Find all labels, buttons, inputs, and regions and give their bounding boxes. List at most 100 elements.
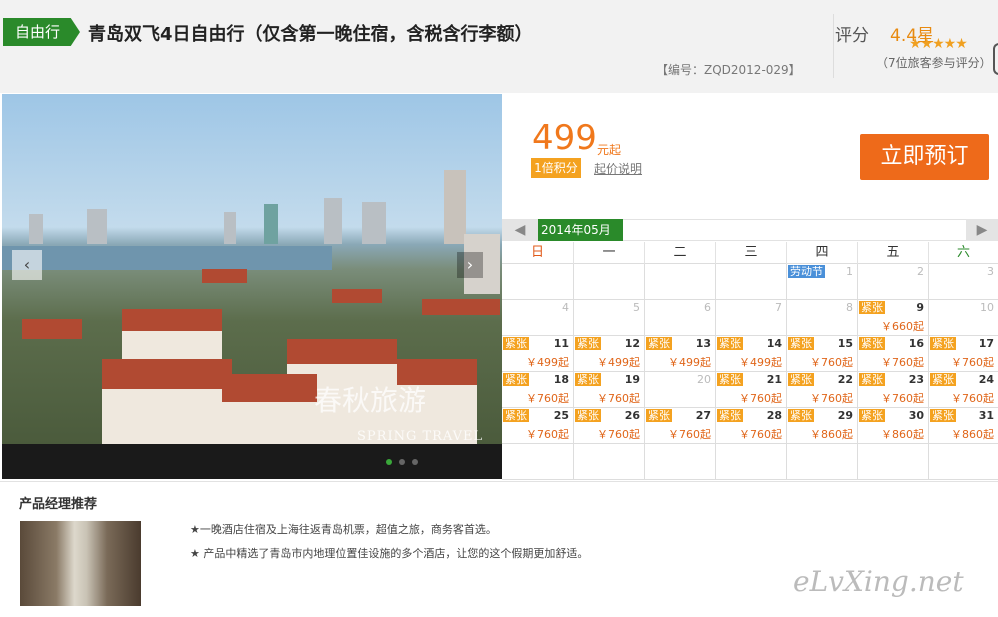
- recommend-title: 产品经理推荐: [19, 497, 98, 512]
- day-price[interactable]: ￥760起: [739, 426, 782, 442]
- day-price[interactable]: ￥760起: [881, 354, 924, 370]
- calendar-day-cell[interactable]: 17 紧张 ￥760起: [928, 336, 998, 372]
- photo-dot-2[interactable]: [399, 459, 405, 465]
- holiday-badge: 劳动节: [788, 265, 825, 278]
- header-divider: [833, 14, 834, 78]
- day-price[interactable]: ￥760起: [597, 426, 640, 442]
- weekday-label: 四: [786, 242, 857, 264]
- calendar-day-cell: 2: [857, 264, 928, 300]
- calendar-day-cell: [644, 264, 715, 300]
- calendar-day-cell: [644, 444, 715, 480]
- day-price[interactable]: ￥760起: [951, 354, 994, 370]
- rating-label: 评分: [835, 26, 869, 46]
- day-price[interactable]: ￥760起: [951, 390, 994, 406]
- book-now-button[interactable]: 立即预订: [860, 134, 989, 180]
- day-number: 18: [553, 373, 569, 386]
- day-price[interactable]: ￥760起: [597, 390, 640, 406]
- price-note-link[interactable]: 起价说明: [594, 160, 642, 177]
- day-number: 16: [908, 337, 924, 350]
- photo-watermark: 春秋旅游: [314, 384, 427, 417]
- calendar-day-cell[interactable]: 27 紧张 ￥760起: [644, 408, 715, 444]
- day-number: 17: [978, 337, 994, 350]
- product-header: 自由行 青岛双飞4日自由行（仅含第一晚住宿，含税含行李额） 【编号：ZQD201…: [0, 0, 998, 93]
- day-number: 11: [553, 337, 569, 350]
- day-price[interactable]: ￥760起: [526, 390, 569, 406]
- calendar-day-cell: 20: [644, 372, 715, 408]
- calendar-day-cell: 8: [786, 300, 857, 336]
- availability-badge: 紧张: [788, 337, 814, 350]
- calendar-day-cell[interactable]: 9 紧张 ￥660起: [857, 300, 928, 336]
- calendar-day-cell[interactable]: 28 紧张 ￥760起: [715, 408, 786, 444]
- calendar-day-cell[interactable]: 24 紧张 ￥760起: [928, 372, 998, 408]
- availability-badge: 紧张: [503, 337, 529, 350]
- calendar-day-cell[interactable]: 13 紧张 ￥499起: [644, 336, 715, 372]
- calendar-day-cell[interactable]: 16 紧张 ￥760起: [857, 336, 928, 372]
- calendar-day-cell: 4: [502, 300, 573, 336]
- calendar-day-cell[interactable]: 23 紧张 ￥760起: [857, 372, 928, 408]
- photo-prev-button[interactable]: ‹: [12, 250, 42, 280]
- day-price[interactable]: ￥660起: [881, 318, 924, 334]
- day-price[interactable]: ￥760起: [668, 426, 711, 442]
- availability-badge: 紧张: [717, 337, 743, 350]
- calendar-day-cell: 3: [928, 264, 998, 300]
- day-number: 8: [846, 301, 853, 314]
- day-price[interactable]: ￥760起: [739, 390, 782, 406]
- weekday-label: 日: [530, 245, 544, 260]
- day-price[interactable]: ￥499起: [526, 354, 569, 370]
- calendar-day-cell: [502, 444, 573, 480]
- calendar-prev-icon[interactable]: ◀: [502, 219, 538, 241]
- share-button-edge[interactable]: [993, 43, 998, 75]
- product-title: 青岛双飞4日自由行（仅含第一晚住宿，含税含行李额）: [88, 24, 533, 45]
- calendar-day-cell[interactable]: 15 紧张 ￥760起: [786, 336, 857, 372]
- manager-photo: [20, 521, 141, 606]
- calendar-day-cell[interactable]: 18 紧张 ￥760起: [502, 372, 573, 408]
- day-price[interactable]: ￥760起: [881, 390, 924, 406]
- calendar-day-cell: 1 劳动节: [786, 264, 857, 300]
- day-price[interactable]: ￥760起: [810, 354, 853, 370]
- day-number: 20: [697, 373, 711, 386]
- day-price[interactable]: ￥860起: [881, 426, 924, 442]
- calendar-day-cell[interactable]: 12 紧张 ￥499起: [573, 336, 644, 372]
- calendar-day-cell[interactable]: 21 紧张 ￥760起: [715, 372, 786, 408]
- day-price[interactable]: ￥760起: [810, 390, 853, 406]
- day-price[interactable]: ￥499起: [739, 354, 782, 370]
- calendar-day-cell[interactable]: 11 紧张 ￥499起: [502, 336, 573, 372]
- day-number: 27: [695, 409, 711, 422]
- calendar-day-cell[interactable]: 14 紧张 ￥499起: [715, 336, 786, 372]
- photo-dot-1[interactable]: [386, 459, 392, 465]
- day-number: 6: [704, 301, 711, 314]
- day-price[interactable]: ￥499起: [668, 354, 711, 370]
- calendar-day-cell: 10: [928, 300, 998, 336]
- calendar-day-cell: [573, 444, 644, 480]
- photo-next-button[interactable]: ›: [457, 252, 483, 278]
- day-number: 2: [917, 265, 924, 278]
- day-price[interactable]: ￥499起: [597, 354, 640, 370]
- availability-badge: 紧张: [859, 337, 885, 350]
- calendar-day-cell[interactable]: 19 紧张 ￥760起: [573, 372, 644, 408]
- day-number: 15: [837, 337, 853, 350]
- sea-area: [2, 246, 332, 270]
- weekday-label: 三: [715, 242, 786, 264]
- calendar-day-cell[interactable]: 22 紧张 ￥760起: [786, 372, 857, 408]
- calendar-next-icon[interactable]: ▶: [966, 219, 998, 241]
- product-type-tag: 自由行: [3, 18, 80, 46]
- calendar-day-cell[interactable]: 29 紧张 ￥860起: [786, 408, 857, 444]
- day-number: 23: [908, 373, 924, 386]
- availability-badge: 紧张: [930, 337, 956, 350]
- day-price[interactable]: ￥760起: [526, 426, 569, 442]
- photo-dot-3[interactable]: [412, 459, 418, 465]
- calendar-day-cell[interactable]: 30 紧张 ￥860起: [857, 408, 928, 444]
- calendar-day-cell[interactable]: 25 紧张 ￥760起: [502, 408, 573, 444]
- review-count[interactable]: （7位旅客参与评分）: [876, 54, 992, 71]
- day-number: 26: [624, 409, 640, 422]
- calendar-day-cell: [715, 444, 786, 480]
- calendar-day-cell[interactable]: 31 紧张 ￥860起: [928, 408, 998, 444]
- day-price[interactable]: ￥860起: [810, 426, 853, 442]
- calendar-day-cell: [857, 444, 928, 480]
- weekday-label: 一: [573, 242, 644, 264]
- day-number: 28: [766, 409, 782, 422]
- calendar-day-cell[interactable]: 26 紧张 ￥760起: [573, 408, 644, 444]
- day-price[interactable]: ￥860起: [951, 426, 994, 442]
- day-number: 3: [987, 265, 994, 278]
- recommend-tip: ★一晚酒店住宿及上海往返青岛机票，超值之旅，商务客首选。: [190, 523, 497, 536]
